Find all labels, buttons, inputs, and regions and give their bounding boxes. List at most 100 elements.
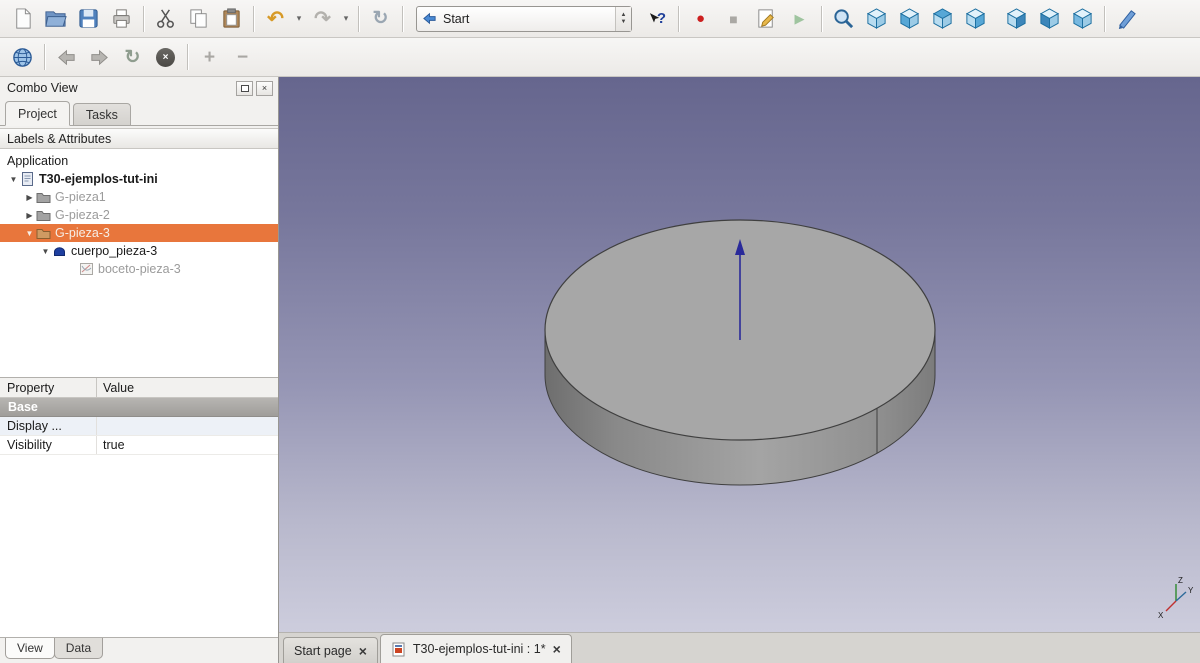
property-value[interactable]: true [97,438,125,452]
stop-icon: ■ [729,12,737,26]
document-tab-bar: Start page × T30-ejemplos-tut-ini : 1* × [279,632,1200,663]
tree-item-label: boceto-pieza-3 [98,262,181,276]
paste-icon [220,7,243,30]
paste-button[interactable] [215,4,248,34]
tree-header-label: Labels & Attributes [7,132,111,146]
redo-menu-button[interactable]: ▾ [339,4,353,34]
tree-item-g-pieza-2[interactable]: ▶ G-pieza-2 [0,206,278,224]
float-panel-icon [241,85,249,92]
axonometric-view-button[interactable] [860,4,893,34]
minus-icon: − [237,48,248,67]
print-icon [110,7,133,30]
zoom-in-button[interactable]: + [193,42,226,72]
refresh-icon: ↻ [373,9,389,28]
tree-item-boceto-pieza-3[interactable]: boceto-pieza-3 [0,260,278,278]
spinner-down-icon: ▼ [621,19,627,25]
close-panel-button[interactable]: × [256,81,273,96]
float-panel-button[interactable] [236,81,253,96]
macro-play-button[interactable]: ▶ [783,4,816,34]
reload-button[interactable]: ↻ [116,42,149,72]
print-button[interactable] [105,4,138,34]
web-home-button[interactable] [6,42,39,72]
collapse-arrow-icon[interactable]: ▶ [24,193,35,202]
rear-view-button[interactable] [1000,4,1033,34]
macro-stop-button[interactable]: ■ [717,4,750,34]
viewport-column: Z Y X Start page × T30-ejemplos-tut-ini … [279,77,1200,663]
main-content: Combo View × Project Tasks Labels & Attr… [0,77,1200,663]
rear-view-cube-icon [1005,7,1028,30]
tree-item-cuerpo-pieza-3[interactable]: ▼ cuerpo_pieza-3 [0,242,278,260]
collapse-arrow-icon[interactable]: ▶ [24,211,35,220]
close-tab-icon[interactable]: × [359,644,367,658]
macro-edit-icon [755,7,778,30]
expand-arrow-icon[interactable]: ▼ [8,175,19,184]
reload-icon: ↻ [125,48,141,67]
3d-scene[interactable]: Z Y X [279,77,1200,632]
dropdown-arrow-icon: ▾ [297,14,302,23]
property-row-visibility[interactable]: Visibility true [0,436,278,455]
tree-item-g-pieza-3-selected[interactable]: ▼ G-pieza-3 [0,224,278,242]
3d-viewport[interactable]: Z Y X [279,77,1200,632]
close-tab-icon[interactable]: × [553,642,561,656]
toolbar-separator [143,6,144,32]
expand-arrow-icon[interactable]: ▼ [24,229,35,238]
tab-project[interactable]: Project [5,101,70,126]
copy-button[interactable] [182,4,215,34]
undo-menu-button[interactable]: ▾ [292,4,306,34]
property-group-base[interactable]: Base [0,398,278,417]
axis-x-label: X [1158,611,1164,620]
bottom-view-cube-icon [1038,7,1061,30]
panel-title-bar: Combo View × [0,77,278,99]
macro-record-button[interactable]: ● [684,4,717,34]
zoom-out-button[interactable]: − [226,42,259,72]
cut-button[interactable] [149,4,182,34]
tab-view[interactable]: View [5,638,55,659]
expand-arrow-icon[interactable]: ▼ [40,247,51,256]
main-toolbar: ↶ ▾ ↷ ▾ ↻ Start ▲ ▼ ? ● ■ ▶ [0,0,1200,38]
tab-data[interactable]: Data [54,638,103,659]
tree-item-label: T30-ejemplos-tut-ini [39,172,158,186]
tab-view-label: View [17,641,43,655]
pen-tool-button[interactable] [1110,4,1143,34]
workbench-selector[interactable]: Start ▲ ▼ [416,6,632,32]
left-view-button[interactable] [1066,4,1099,34]
new-document-button[interactable] [6,4,39,34]
back-button[interactable] [50,42,83,72]
plus-icon: + [204,48,215,67]
tree-item-application[interactable]: Application [0,152,278,170]
property-name: Visibility [7,438,52,452]
bottom-view-button[interactable] [1033,4,1066,34]
whats-this-button[interactable]: ? [640,4,673,34]
cut-icon [154,7,177,30]
property-group-label: Base [8,400,38,414]
workbench-spinner: ▲ ▼ [615,7,631,31]
left-view-cube-icon [1071,7,1094,30]
undo-button[interactable]: ↶ [259,4,292,34]
forward-button[interactable] [83,42,116,72]
undo-icon: ↶ [267,9,284,29]
record-icon: ● [696,11,705,26]
tab-tasks[interactable]: Tasks [73,103,131,125]
toolbar-separator [253,6,254,32]
refresh-button[interactable]: ↻ [364,4,397,34]
question-mark-icon: ? [657,11,666,26]
dropdown-arrow-icon: ▾ [344,14,349,23]
part-folder-icon [36,208,51,222]
open-document-button[interactable] [39,4,72,34]
save-button[interactable] [72,4,105,34]
front-view-button[interactable] [893,4,926,34]
tree-item-g-pieza1[interactable]: ▶ G-pieza1 [0,188,278,206]
model-tree: Application ▼ T30-ejemplos-tut-ini ▶ G-p… [0,149,278,377]
property-row-display[interactable]: Display ... [0,417,278,436]
property-name: Display ... [7,419,62,433]
tree-item-document[interactable]: ▼ T30-ejemplos-tut-ini [0,170,278,188]
fit-all-button[interactable] [827,4,860,34]
tab-start-page[interactable]: Start page × [283,637,378,663]
stop-load-button[interactable]: × [149,42,182,72]
tab-document[interactable]: T30-ejemplos-tut-ini : 1* × [380,634,572,663]
redo-button[interactable]: ↷ [306,4,339,34]
right-view-button[interactable] [959,4,992,34]
top-view-button[interactable] [926,4,959,34]
toolbar-separator [358,6,359,32]
macro-edit-button[interactable] [750,4,783,34]
